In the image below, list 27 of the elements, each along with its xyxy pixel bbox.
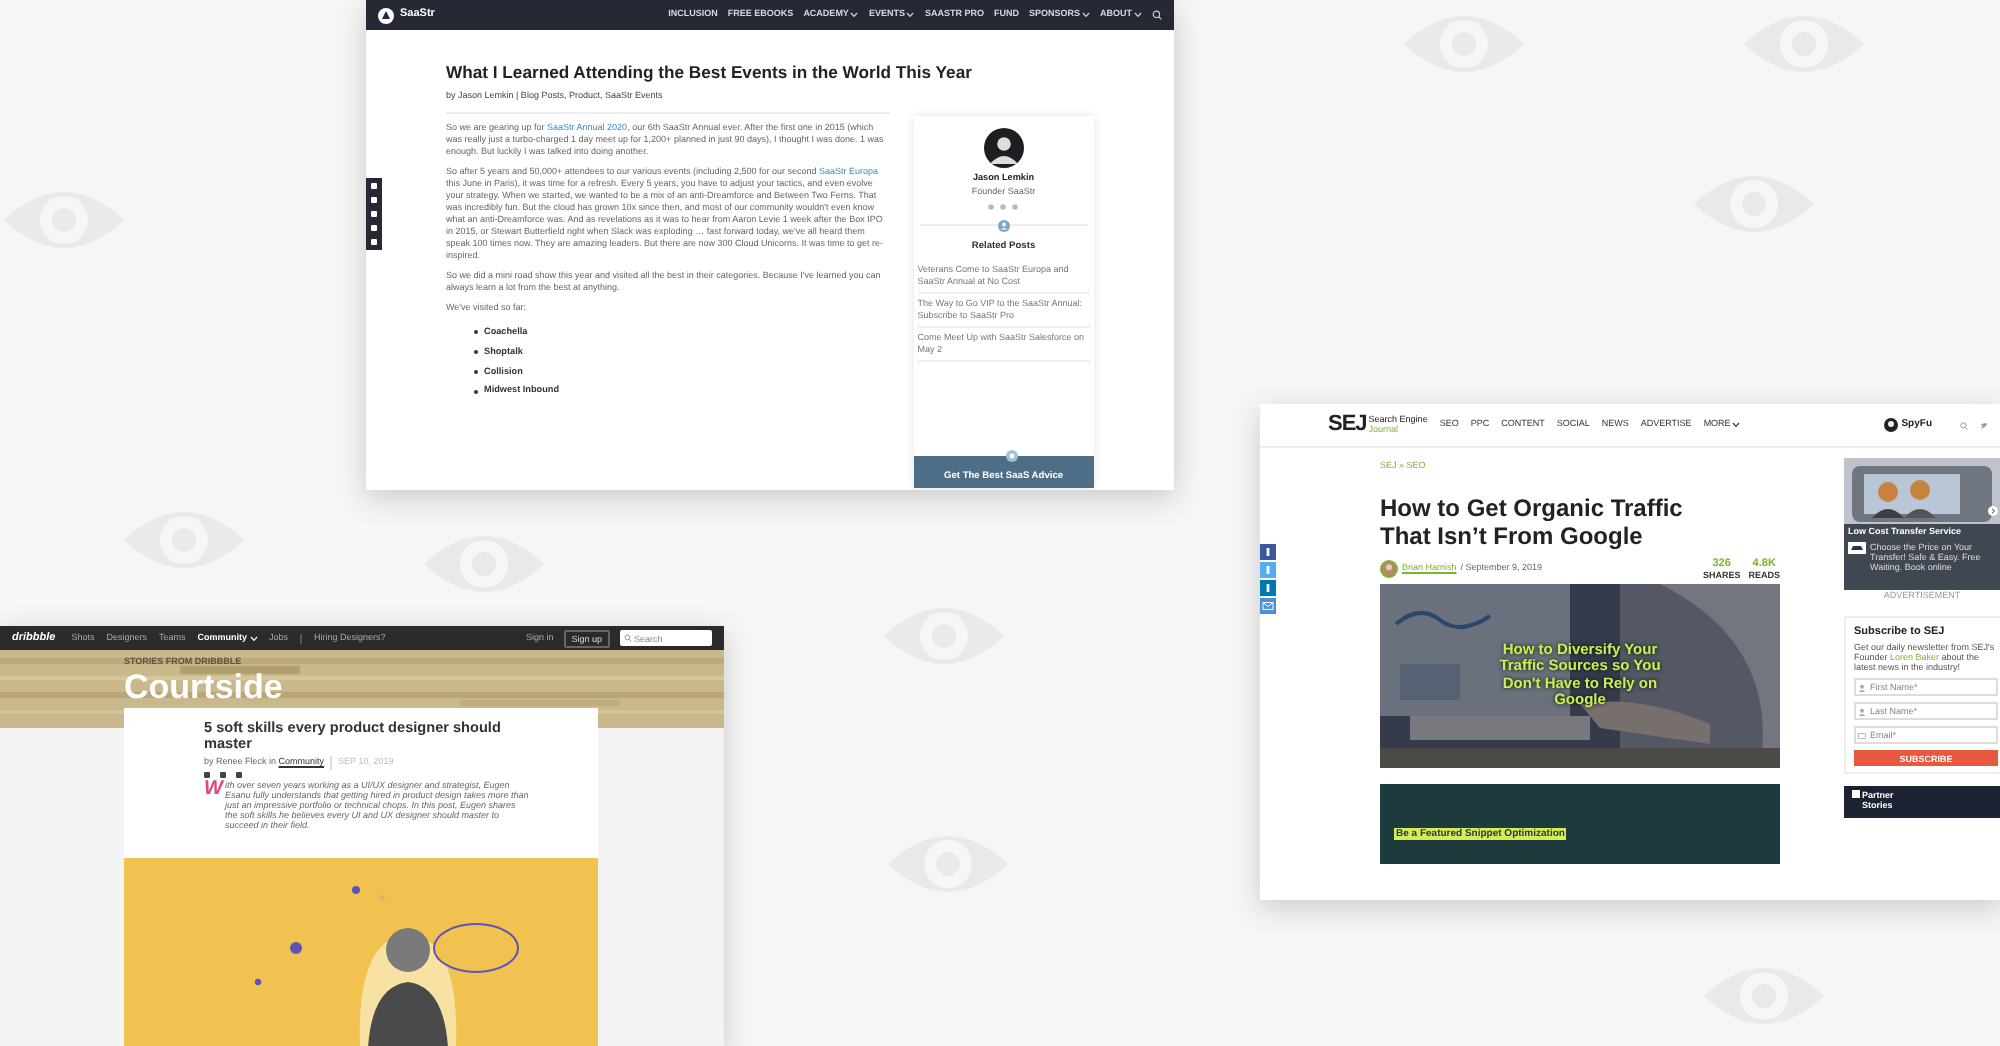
drop-cap: W — [204, 779, 223, 804]
search-icon — [624, 634, 632, 642]
share-icon — [236, 771, 242, 778]
caret-icon — [249, 635, 257, 641]
caret-icon — [906, 12, 915, 18]
article-title: What I Learned Attending the Best Events in the World This Year — [446, 62, 972, 84]
avatar — [1380, 559, 1398, 578]
badge-icon — [1005, 449, 1018, 462]
logo-icon — [378, 7, 394, 23]
caret-icon — [1082, 12, 1090, 18]
user-icon — [1858, 707, 1866, 715]
search-icon — [1152, 10, 1162, 20]
user-icon — [997, 220, 1010, 233]
caret-icon — [850, 12, 859, 18]
share-icon — [204, 771, 210, 778]
arrow-icon — [1988, 506, 1998, 516]
caret-icon — [1732, 422, 1741, 428]
spy-logo-icon — [1883, 418, 1898, 432]
search-icon — [1960, 421, 1968, 429]
share-icon — [220, 771, 226, 778]
user-icon — [1858, 683, 1866, 691]
avatar — [983, 127, 1024, 168]
caret-icon — [1134, 12, 1142, 18]
mail-icon — [1858, 731, 1866, 739]
car-icon — [1848, 541, 1866, 554]
article-title: How to Get Organic Traffic That Isn’t From Google — [1380, 493, 1685, 550]
page-header: Courtside — [124, 669, 283, 706]
